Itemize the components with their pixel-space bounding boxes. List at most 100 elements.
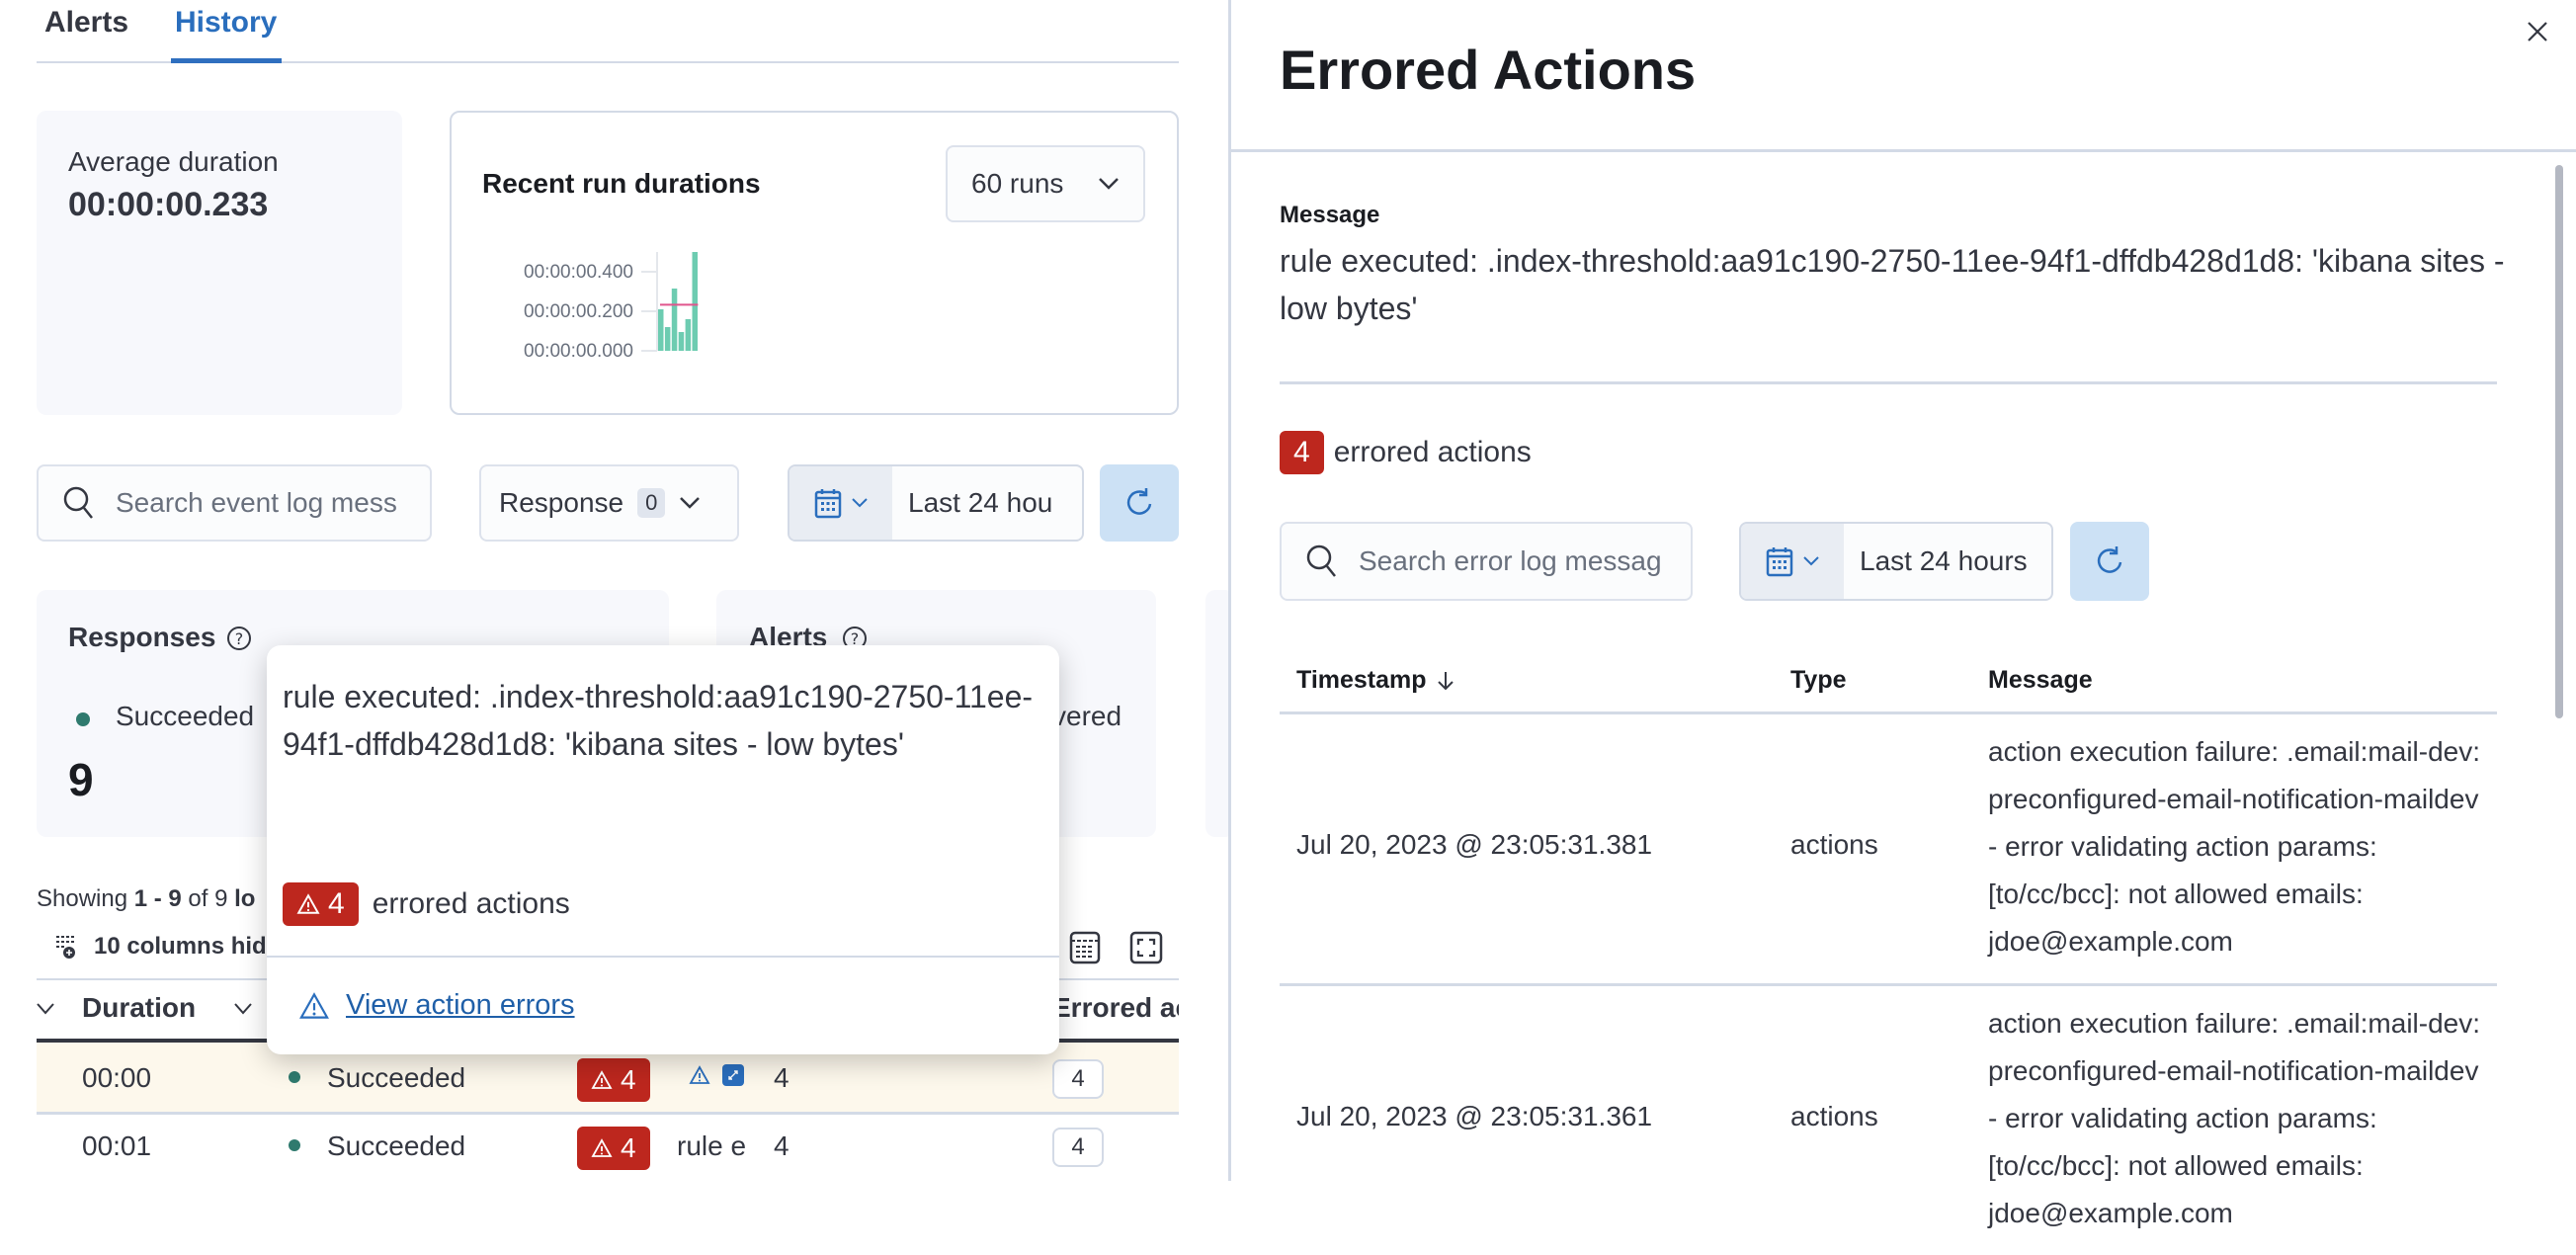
warning-icon bbox=[591, 1070, 613, 1089]
date-picker[interactable]: Last 24 hou bbox=[788, 464, 1084, 542]
duration-bar bbox=[678, 332, 685, 351]
columns-hidden-button[interactable]: 10 columns hid bbox=[54, 933, 267, 961]
timestamp-header-label: Timestamp bbox=[1296, 666, 1427, 694]
tab-history[interactable]: History bbox=[175, 6, 277, 40]
response-filter-count: 0 bbox=[637, 488, 666, 518]
refresh-icon bbox=[1126, 488, 1152, 515]
calendar-icon bbox=[1766, 547, 1793, 577]
date-quick-menu[interactable] bbox=[789, 466, 892, 540]
errored-badge-count: 4 bbox=[328, 887, 345, 920]
average-duration-value: 00:00:00.233 bbox=[68, 186, 269, 223]
flyout-errored-summary: 4 errored actions bbox=[1280, 431, 1532, 474]
view-action-errors-link[interactable]: View action errors bbox=[298, 989, 575, 1022]
errored-badge-count: 4 bbox=[621, 1132, 636, 1163]
row-count: 4 bbox=[774, 1130, 789, 1161]
event-log-search-placeholder: Search event log mess bbox=[116, 487, 397, 518]
error-message: action execution failure: .email:mail-de… bbox=[1988, 736, 2481, 957]
runs-select-value: 60 runs bbox=[971, 168, 1064, 199]
duration-bar bbox=[658, 309, 664, 351]
column-header-message[interactable]: Message bbox=[1988, 666, 2093, 695]
expand-cell-button[interactable] bbox=[722, 1064, 744, 1086]
flyout-date-picker[interactable]: Last 24 hours bbox=[1739, 522, 2053, 601]
chevron-down-icon[interactable] bbox=[234, 1003, 252, 1015]
flyout-title: Errored Actions bbox=[1280, 39, 1697, 101]
duration-bar bbox=[692, 252, 698, 351]
warning-icon bbox=[591, 1138, 613, 1157]
view-action-errors-label: View action errors bbox=[346, 989, 575, 1021]
flyout-date-range-value[interactable]: Last 24 hours bbox=[1844, 524, 2028, 599]
row-duration: 00:01 bbox=[82, 1130, 152, 1161]
average-duration-card: Average duration 00:00:00.233 bbox=[37, 111, 402, 415]
error-type: actions bbox=[1790, 829, 1878, 860]
error-table-row: Jul 20, 2023 @ 23:05:31.361 actions acti… bbox=[1280, 986, 2497, 1255]
column-header-duration[interactable]: Duration bbox=[82, 992, 196, 1024]
table-row[interactable]: 00:01 Succeeded 4 rule e 4 4 bbox=[37, 1115, 1179, 1181]
status-dot bbox=[289, 1071, 300, 1083]
chevron-down-icon bbox=[1099, 178, 1119, 190]
average-duration-label: Average duration bbox=[68, 146, 279, 177]
runs-select[interactable]: 60 runs bbox=[946, 145, 1145, 222]
y-tick-label: 00:00:00.200 bbox=[524, 301, 633, 322]
chevron-down-icon[interactable] bbox=[37, 1003, 54, 1015]
flyout-message-divider bbox=[1280, 381, 2497, 384]
flyout-errored-label: errored actions bbox=[1333, 436, 1532, 468]
succeeded-dot bbox=[76, 712, 90, 726]
duration-bar bbox=[671, 289, 678, 351]
column-header-errored-actions[interactable]: Errored ac bbox=[1052, 992, 1179, 1024]
column-header-type[interactable]: Type bbox=[1790, 666, 1847, 695]
duration-bar bbox=[664, 327, 671, 351]
svg-text:?: ? bbox=[235, 629, 244, 648]
event-log-search[interactable]: Search event log mess bbox=[37, 464, 432, 542]
density-icon[interactable] bbox=[1069, 931, 1101, 964]
errored-count-badge: 4 bbox=[1280, 431, 1324, 474]
row-message: rule e bbox=[677, 1130, 747, 1161]
flyout-message: rule executed: .index-threshold:aa91c190… bbox=[1280, 243, 2505, 326]
column-header-timestamp[interactable]: Timestamp bbox=[1296, 666, 1454, 695]
errored-actions-popover: rule executed: .index-threshold:aa91c190… bbox=[267, 645, 1059, 1054]
refresh-button[interactable] bbox=[1100, 464, 1179, 542]
fullscreen-icon[interactable] bbox=[1129, 931, 1163, 964]
flyout-scrollbar[interactable] bbox=[2555, 165, 2563, 718]
error-log-search[interactable]: Search error log messag bbox=[1280, 522, 1693, 601]
date-range-value[interactable]: Last 24 hou bbox=[892, 466, 1052, 540]
showing-of: of 9 bbox=[181, 885, 235, 912]
chevron-down-icon bbox=[1803, 556, 1819, 566]
showing-suffix: lo bbox=[234, 885, 256, 912]
flyout-refresh-button[interactable] bbox=[2070, 522, 2149, 601]
popover-divider bbox=[267, 956, 1059, 958]
alerts-legend-partial: vered bbox=[1052, 701, 1122, 731]
sort-descending-icon bbox=[1437, 671, 1454, 690]
popover-errored-summary: 4 errored actions bbox=[283, 882, 570, 926]
error-message: action execution failure: .email:mail-de… bbox=[1988, 1008, 2481, 1228]
errored-badge[interactable]: 4 bbox=[577, 1127, 650, 1170]
errored-actions-count[interactable]: 4 bbox=[1052, 1059, 1104, 1099]
refresh-icon bbox=[2097, 546, 2122, 573]
responses-count: 9 bbox=[68, 754, 94, 805]
recent-runs-card: Recent run durations 60 runs 00:00:00.00… bbox=[450, 111, 1179, 415]
warning-icon bbox=[296, 893, 320, 914]
errored-badge[interactable]: 4 bbox=[577, 1058, 650, 1102]
help-icon[interactable]: ? bbox=[226, 626, 252, 651]
popover-message: rule executed: .index-threshold:aa91c190… bbox=[283, 679, 1034, 762]
warning-icon[interactable] bbox=[689, 1064, 710, 1086]
row-status: Succeeded bbox=[327, 1062, 466, 1093]
response-filter[interactable]: Response 0 bbox=[479, 464, 739, 542]
popover-errored-label: errored actions bbox=[372, 887, 570, 920]
showing-prefix: Showing bbox=[37, 885, 134, 912]
expand-icon bbox=[728, 1070, 738, 1080]
tab-alerts[interactable]: Alerts bbox=[44, 6, 128, 40]
row-duration: 00:00 bbox=[82, 1062, 152, 1093]
succeeded-legend: Succeeded bbox=[116, 701, 255, 731]
tab-active-indicator bbox=[171, 58, 282, 63]
rule-history-panel: Alerts History Average duration 00:00:00… bbox=[0, 0, 1235, 1181]
search-icon bbox=[63, 486, 93, 519]
close-icon[interactable] bbox=[2526, 20, 2549, 43]
error-timestamp: Jul 20, 2023 @ 23:05:31.381 bbox=[1296, 829, 1653, 860]
columns-icon bbox=[56, 936, 75, 959]
date-quick-menu[interactable] bbox=[1741, 524, 1844, 599]
flyout-header-divider bbox=[1231, 149, 2576, 152]
run-duration-chart: 00:00:00.000 00:00:00.200 00:00:00.400 bbox=[524, 252, 699, 362]
showing-count: Showing 1 - 9 of 9 lo bbox=[37, 885, 255, 913]
chevron-down-icon bbox=[680, 497, 701, 509]
errored-actions-count[interactable]: 4 bbox=[1052, 1128, 1104, 1167]
